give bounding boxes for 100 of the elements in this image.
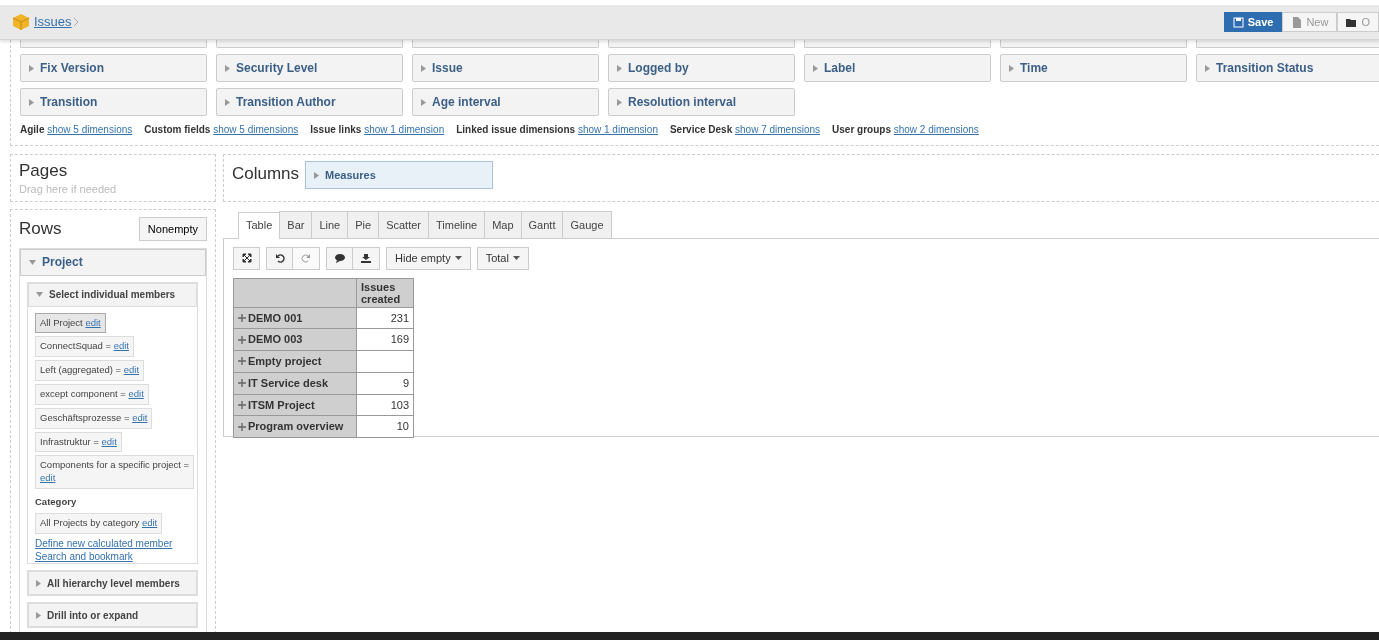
caret-right-icon [617,64,622,72]
caret-right-icon [421,64,426,72]
download-icon [361,253,371,263]
dimension-button[interactable]: Resolution interval [608,88,795,116]
member-label: Left (aggregated) = [40,364,122,377]
dimension-button[interactable] [804,40,991,48]
dimension-button[interactable]: Logged by [608,54,795,82]
caret-right-icon [225,64,230,72]
member-label: Components for a specific project = [40,459,190,473]
caret-right-icon [421,98,426,106]
group-label: Service Desk [669,124,734,135]
dimension-button[interactable]: Transition [20,88,207,116]
chart-type-tab[interactable]: Line [311,211,349,238]
edit-link[interactable]: edit [141,517,158,529]
chart-type-tab[interactable]: Table [238,212,281,239]
caret-right-icon [1205,64,1210,72]
dropdown-button[interactable]: Hide empty [386,246,471,270]
save-icon [1232,16,1244,28]
chart-type-tab[interactable]: Timeline [428,211,486,238]
member-label: except component = [40,387,126,401]
dimension-button[interactable] [20,40,207,48]
member-item[interactable]: All Projects by category edit [35,513,163,535]
chevron-right-icon [71,17,80,27]
dimension-button[interactable]: Fix Version [20,54,207,82]
dimension-button[interactable]: Transition Status [1196,54,1379,82]
section-header[interactable]: Select individual members [28,282,197,307]
plus-icon [238,422,246,431]
show-dimensions-link[interactable]: show 7 dimensions [735,124,821,135]
plus-icon [238,335,246,344]
caret-down-icon [454,256,462,260]
member-item[interactable]: except component = edit [35,383,149,405]
show-dimensions-link[interactable]: show 1 dimension [364,124,445,135]
folder-icon [1346,16,1358,28]
columns-drop-zone[interactable]: Columns Measures [223,154,1379,202]
dimension-button[interactable]: Label [804,54,991,82]
edit-link[interactable]: edit [128,387,144,399]
dimension-button[interactable]: Security Level [216,54,403,82]
menu-link[interactable]: Define new calculated member [35,537,190,551]
edit-link[interactable]: edit [85,316,101,328]
drop-hint: Drag here if needed [19,182,118,197]
dimension-button[interactable] [412,40,599,48]
dimension-button[interactable]: Issue [412,54,599,82]
show-dimensions-link[interactable]: show 5 dimensions [47,124,133,135]
pages-title: Pages [19,161,69,181]
chart-type-tab[interactable]: Gauge [562,211,612,238]
column-header: Issues created [356,278,414,307]
caret-right-icon [813,64,818,72]
member-item[interactable]: Components for a specific project = edit [35,455,195,489]
chart-type-tab[interactable]: Scatter [378,211,429,238]
caret-right-icon [29,64,34,72]
undo-icon [274,253,285,263]
plus-icon [238,357,246,366]
toolbar-button[interactable] [266,246,293,270]
dimension-button[interactable]: Age interval [412,88,599,116]
chart-type-tab[interactable]: Map [484,211,522,238]
toolbar-button[interactable] [353,246,380,270]
section-header[interactable]: Drill into or expand [28,603,197,628]
member-label: ConnectSquad = [40,340,112,354]
dimension-button[interactable] [608,40,795,48]
chart-type-tab[interactable]: Pie [347,211,380,238]
member-item[interactable]: Infrastruktur = edit [35,431,122,453]
member-label: Geschäftsprozesse = [40,411,130,425]
edit-link[interactable]: edit [101,435,117,447]
member-label: All Project [40,316,83,330]
rows-title: Rows [19,218,62,240]
toolbar-button[interactable] [326,246,353,270]
section-header[interactable]: All hierarchy level members [28,571,197,596]
fullscreen-icon [241,253,252,263]
dimension-button[interactable] [216,40,403,48]
show-dimensions-link[interactable]: show 2 dimensions [893,124,979,135]
edit-link[interactable]: edit [113,340,129,352]
dimension-button[interactable] [1000,40,1187,48]
member-item[interactable]: Geschäftsprozesse = edit [35,407,153,429]
plus-icon [238,379,246,387]
dimension-header[interactable]: Project [20,248,206,276]
member-label: Infrastruktur = [40,435,99,449]
chart-type-tab[interactable]: Gantt [520,211,564,238]
dimension-button[interactable]: Time [1000,54,1187,82]
redo-icon [301,253,311,263]
show-dimensions-link[interactable]: show 5 dimensions [213,124,299,135]
show-dimensions-link[interactable]: show 1 dimension [577,124,658,135]
edit-link[interactable]: edit [132,411,148,423]
dimension-button[interactable]: Transition Author [216,88,403,116]
edit-link[interactable]: edit [123,364,140,376]
member-item[interactable]: ConnectSquad = edit [35,336,134,358]
measures-chip[interactable]: Measures [305,161,494,189]
member-item[interactable]: All Project edit [35,312,106,334]
member-item[interactable]: Left (aggregated) = edit [35,360,145,381]
breadcrumb-link[interactable]: Issues [34,12,72,32]
dimension-button[interactable] [1196,40,1379,48]
document-icon [1291,16,1303,28]
save-button[interactable]: Save [1223,12,1283,32]
member-label: All Projects by category [40,517,140,531]
nonempty-button[interactable]: Nonempty [138,216,207,241]
edit-link[interactable]: edit [40,472,56,484]
dropdown-button[interactable]: Total [476,246,529,270]
toolbar-button[interactable] [233,246,260,270]
pages-drop-zone[interactable]: Pages Drag here if needed [10,154,216,202]
caret-right-icon [1009,64,1014,72]
menu-link[interactable]: Search and bookmark [35,550,190,564]
